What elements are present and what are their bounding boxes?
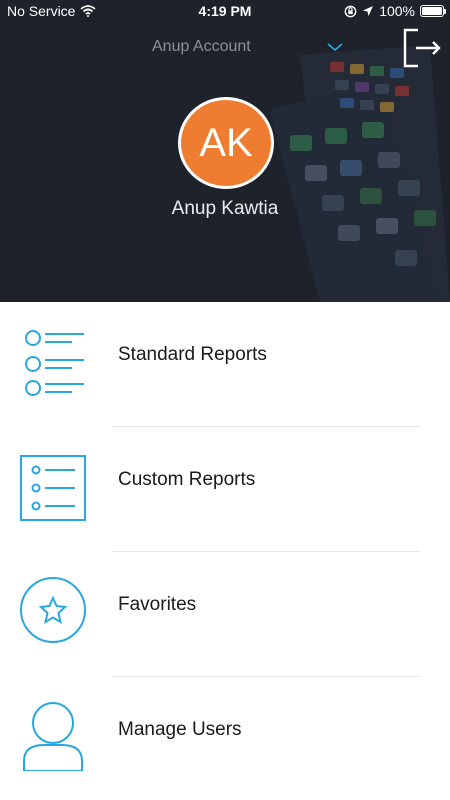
list-icon [25,330,84,396]
user-icon [23,702,83,771]
star-icon [20,577,86,643]
battery-level [422,7,442,15]
menu-item-manage-users[interactable]: Manage Users [0,677,450,800]
battery-icon [420,5,446,17]
menu-label: Custom Reports [118,469,256,490]
avatar[interactable]: AK [178,97,274,189]
menu-label: Manage Users [118,719,242,740]
menu-label: Standard Reports [118,344,267,365]
menu-item-standard-reports[interactable]: Standard Reports [0,302,450,427]
status-right: 100% [344,3,446,19]
account-header: No Service 4:19 PM 100% Anup Account AK … [0,0,450,302]
battery-text: 100% [379,3,415,19]
location-arrow-icon [363,6,374,16]
user-name: Anup Kawtia [171,198,279,219]
logout-icon[interactable] [402,28,442,68]
rotation-lock-icon [344,5,357,17]
document-list-icon [20,455,86,521]
menu-item-custom-reports[interactable]: Custom Reports [0,427,450,552]
status-bar: No Service 4:19 PM 100% [0,0,450,24]
account-switcher[interactable]: Anup Account [0,36,450,60]
menu-label: Favorites [118,594,197,615]
account-name[interactable]: Anup Account [152,38,251,56]
menu-item-favorites[interactable]: Favorites [0,552,450,677]
chevron-down-icon[interactable] [326,41,344,53]
main-menu: Standard Reports Custom Reports Favorite… [0,302,450,800]
